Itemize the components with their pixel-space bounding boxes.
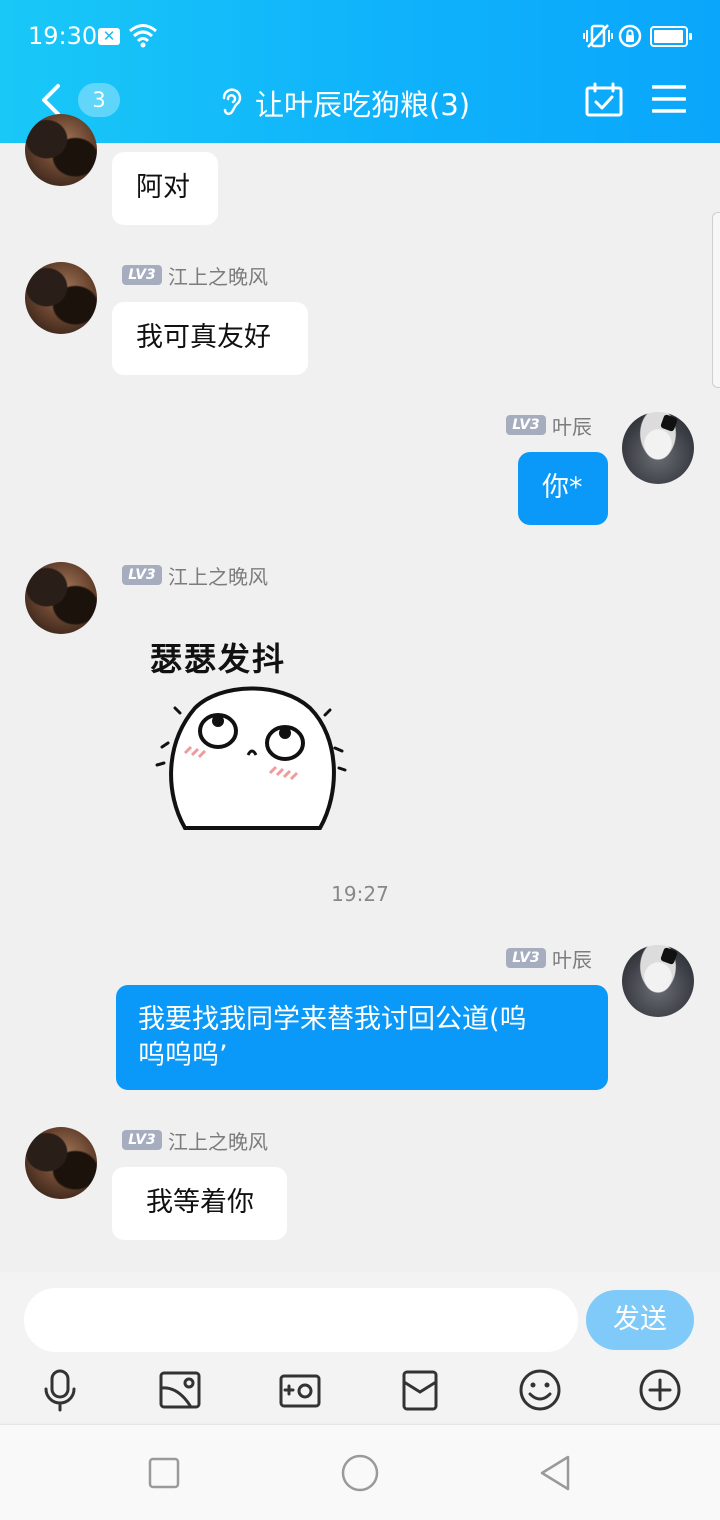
battery-icon [650,26,692,47]
sender-info: LV3 叶辰 [506,945,592,972]
earpiece-mode-icon[interactable] [218,86,244,116]
emoji-icon[interactable] [518,1368,562,1412]
message-bubble[interactable]: 我要找我同学来替我讨回公道(呜 呜呜呜’ [116,985,608,1090]
avatar[interactable] [25,262,97,334]
time-divider: 19:27 [331,882,389,906]
message-bubble[interactable]: 你* [518,452,608,525]
microphone-icon[interactable] [38,1368,82,1412]
message-text: 我可真友好 [136,322,271,353]
sender-name: 江上之晚风 [168,264,268,289]
home-icon[interactable] [340,1453,380,1493]
avatar[interactable] [622,412,694,484]
chat-title: 让叶辰吃狗粮(3) [255,88,471,122]
send-button[interactable]: 发送 [586,1290,694,1350]
menu-icon[interactable] [652,84,686,114]
level-badge: LV3 [122,1130,162,1150]
sticker-message[interactable]: 瑟瑟发抖 [140,628,350,833]
shivering-face-icon [155,686,347,830]
input-bar: 发送 [0,1272,720,1422]
unread-count-badge[interactable]: 3 [78,83,120,117]
message-input[interactable] [24,1288,578,1352]
avatar[interactable] [25,1127,97,1199]
chat-header: 19:30 ✕ 3 让叶辰吃狗粮(3) [0,0,720,143]
level-badge: LV3 [506,415,546,435]
sender-name: 江上之晚风 [168,564,268,589]
avatar[interactable] [25,114,97,186]
message-bubble[interactable]: 我可真友好 [112,302,308,375]
recent-apps-icon[interactable] [148,1457,180,1489]
scroll-indicator[interactable] [712,212,720,388]
system-navigation-bar [0,1424,720,1520]
message-text: 阿对 [136,172,190,203]
message-text: 我等着你 [146,1187,254,1218]
sender-name: 叶辰 [552,414,592,439]
sender-name: 江上之晚风 [168,1129,268,1154]
avatar[interactable] [25,562,97,634]
message-text-line: 呜呜呜’ [138,1040,228,1071]
rotation-lock-icon [618,24,642,48]
sender-info: LV3 江上之晚风 [122,1127,268,1154]
notification-icon: ✕ [98,28,120,45]
level-badge: LV3 [506,948,546,968]
status-bar: 19:30 ✕ [0,0,720,72]
status-time: 19:30 [28,22,98,50]
red-packet-icon[interactable] [398,1368,442,1412]
sender-info: LV3 叶辰 [506,412,592,439]
sender-name: 叶辰 [552,947,592,972]
sender-info: LV3 江上之晚风 [122,262,268,289]
back-triangle-icon[interactable] [538,1453,574,1493]
message-bubble[interactable]: 我等着你 [112,1167,287,1240]
message-bubble[interactable]: 阿对 [112,152,218,225]
wifi-icon [129,24,157,48]
vibrate-icon [583,24,613,48]
level-badge: LV3 [122,265,162,285]
image-icon[interactable] [158,1368,202,1412]
sender-info: LV3 江上之晚风 [122,562,268,589]
message-text: 你* [542,472,583,503]
calendar-checkin-icon[interactable] [584,82,624,118]
message-text-line: 我要找我同学来替我讨回公道(呜 [138,1004,527,1035]
avatar[interactable] [622,945,694,1017]
camera-icon[interactable] [278,1368,322,1412]
plus-icon[interactable] [638,1368,682,1412]
level-badge: LV3 [122,565,162,585]
